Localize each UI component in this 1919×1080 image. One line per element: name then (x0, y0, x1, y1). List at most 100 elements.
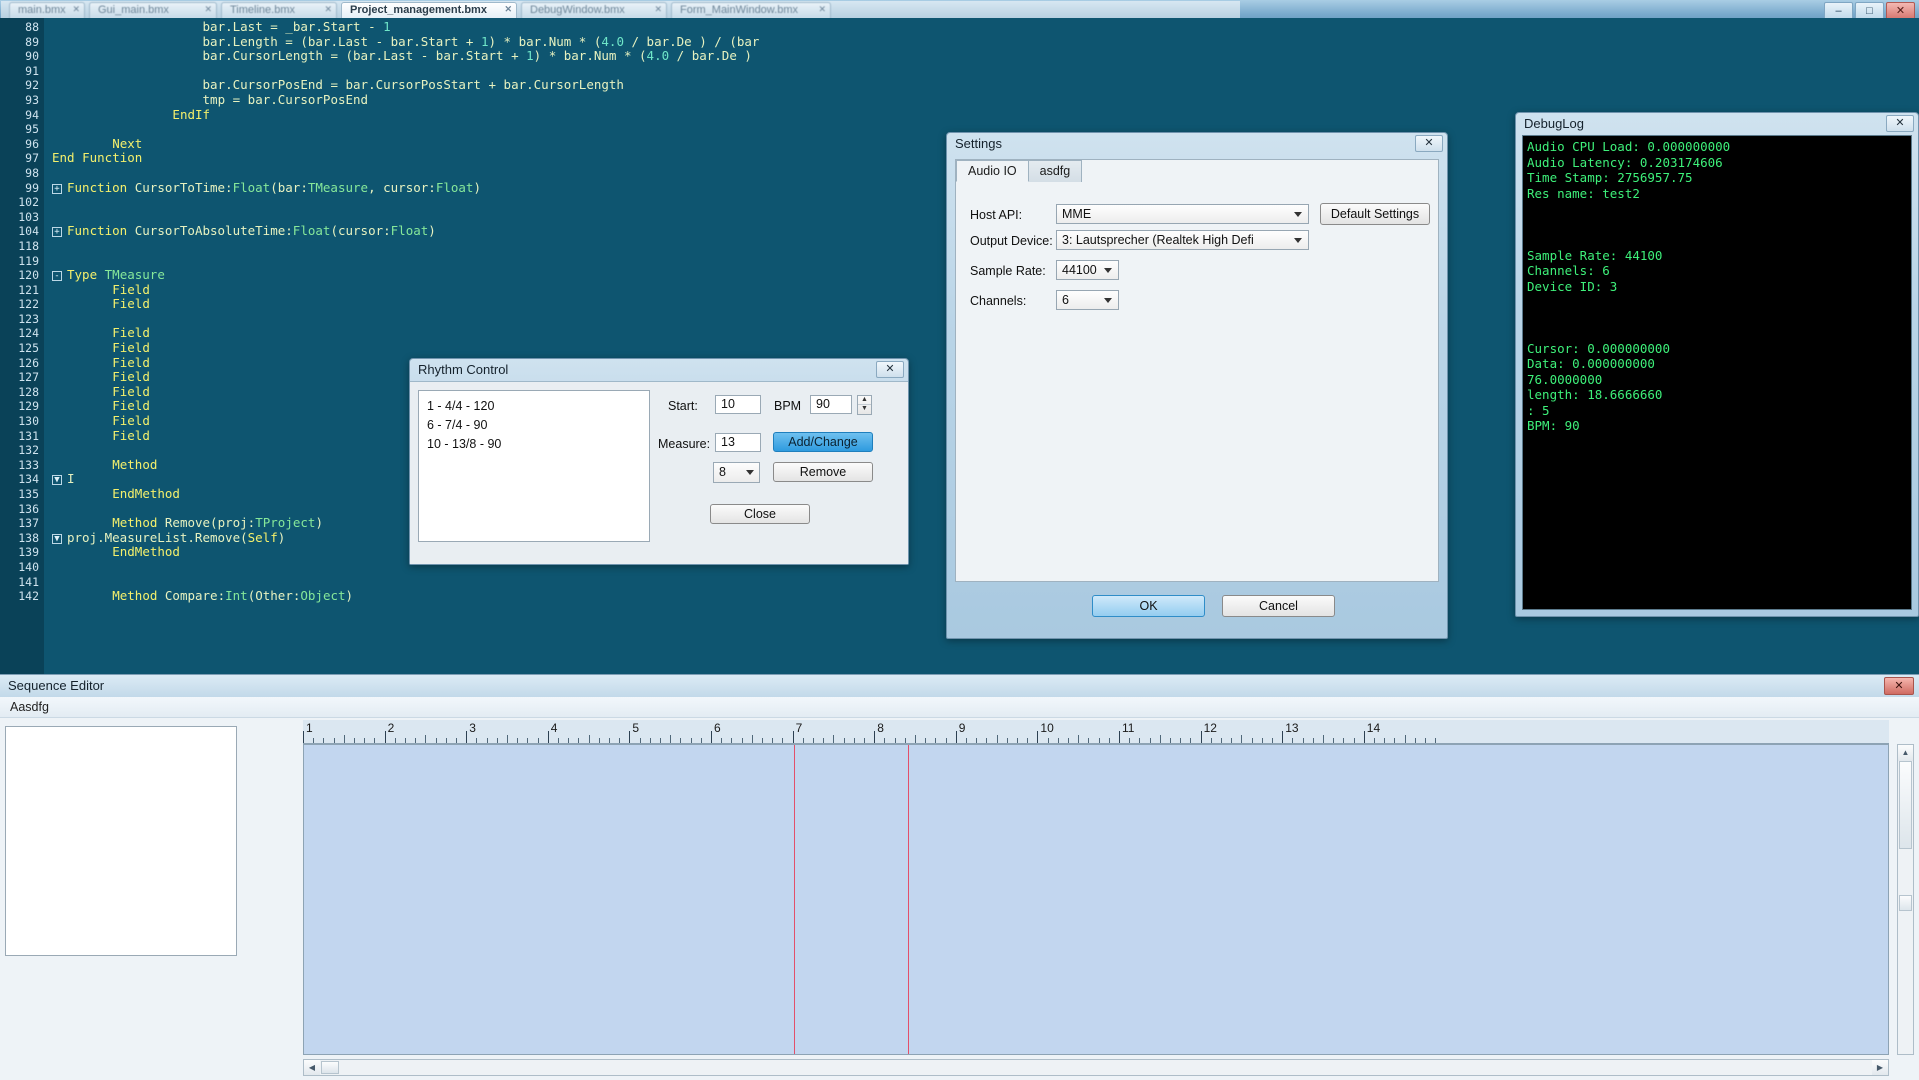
debuglog-close-button[interactable]: ✕ (1886, 115, 1914, 132)
measure-input[interactable]: 13 (715, 433, 761, 452)
timeline-grid[interactable] (303, 744, 1889, 1055)
default-settings-button[interactable]: Default Settings (1320, 203, 1430, 225)
ruler-tick-minor (415, 738, 416, 743)
sample-rate-select[interactable]: 44100 (1056, 260, 1119, 280)
ruler-tick-minor (752, 735, 753, 743)
code-line[interactable]: bar.Length = (bar.Last - bar.Start + 1) … (44, 35, 1919, 50)
ruler-number: 14 (1367, 721, 1380, 735)
line-number: 90 (0, 49, 39, 64)
vertical-scroll-thumb[interactable] (1899, 761, 1912, 849)
scroll-up-icon[interactable]: ▲ (1898, 745, 1913, 761)
ruler-tick-minor (844, 738, 845, 743)
close-rhythm-button[interactable]: Close (710, 504, 810, 524)
channels-value: 6 (1062, 293, 1069, 307)
ruler-tick-minor (1150, 738, 1151, 743)
rhythm-dialog-title: Rhythm Control (418, 362, 508, 377)
bpm-spinner-down-icon[interactable]: ▼ (858, 405, 871, 414)
close-icon[interactable]: ✕ (818, 4, 826, 15)
ruler-number: 5 (632, 721, 639, 735)
debuglog-output[interactable]: Audio CPU Load: 0.000000000Audio Latency… (1522, 135, 1912, 610)
fold-toggle-icon[interactable]: + (52, 184, 62, 194)
host-api-select[interactable]: MME (1056, 204, 1309, 224)
code-line[interactable]: tmp = bar.CursorPosEnd (44, 93, 1919, 108)
timeline-ruler[interactable]: 1234567891011121314 (303, 720, 1889, 744)
bpm-spinner-up-icon[interactable]: ▲ (858, 396, 871, 405)
fold-toggle-icon[interactable]: ▼ (52, 534, 62, 544)
rhythm-entry-2[interactable]: 6 - 7/4 - 90 (427, 416, 649, 435)
remove-button[interactable]: Remove (773, 462, 873, 482)
code-line[interactable]: bar.CursorPosEnd = bar.CursorPosStart + … (44, 78, 1919, 93)
ruler-number: 3 (469, 721, 476, 735)
line-number: 136 (0, 502, 39, 517)
scroll-left-icon[interactable]: ◀ (304, 1060, 320, 1075)
tab-asdfg[interactable]: asdfg (1028, 160, 1083, 182)
ruler-tick-minor (456, 738, 457, 743)
fold-toggle-icon[interactable]: + (52, 227, 62, 237)
scroll-right-icon[interactable]: ▶ (1872, 1060, 1888, 1075)
editor-tab-project_management-bmx[interactable]: Project_management.bmx✕ (341, 2, 517, 19)
track-list-panel[interactable] (5, 726, 237, 956)
add-change-button[interactable]: Add/Change (773, 432, 873, 452)
code-line[interactable]: bar.CursorLength = (bar.Last - bar.Start… (44, 49, 1919, 64)
debuglog-line (1527, 310, 1911, 326)
timeline-horizontal-scrollbar[interactable]: ◀ ▶ (303, 1059, 1889, 1076)
host-api-value: MME (1062, 207, 1091, 221)
ruler-tick-minor (946, 738, 947, 743)
ruler-tick-major (793, 731, 794, 743)
close-icon[interactable]: ✕ (504, 4, 512, 15)
ruler-tick-major (466, 731, 467, 743)
start-input[interactable]: 10 (715, 395, 761, 414)
channels-label: Channels: (970, 294, 1026, 308)
ruler-tick-minor (731, 738, 732, 743)
settings-dialog-close-button[interactable]: ✕ (1415, 135, 1443, 152)
bpm-input[interactable]: 90 (810, 395, 852, 414)
tab-audio-io[interactable]: Audio IO (956, 160, 1029, 182)
debuglog-line: Audio Latency: 0.203174606 (1527, 155, 1911, 171)
code-line[interactable]: bar.Last = _bar.Start - 1 (44, 20, 1919, 35)
editor-tab-form_mainwindow-bmx[interactable]: Form_MainWindow.bmx✕ (671, 2, 831, 19)
menu-aasdfg[interactable]: Aasdfg (10, 700, 49, 714)
ruler-tick-minor (1109, 738, 1110, 743)
ruler-tick-minor (823, 738, 824, 743)
sequence-editor-caption: Sequence Editor ✕ (0, 675, 1919, 697)
timeline-vertical-scrollbar[interactable]: ▲ (1897, 744, 1914, 1055)
editor-tab-debugwindow-bmx[interactable]: DebugWindow.bmx✕ (521, 2, 667, 19)
debuglog-line (1527, 232, 1911, 248)
bpm-spinner[interactable]: ▲ ▼ (857, 395, 872, 415)
editor-tab-label: main.bmx (18, 4, 66, 16)
line-number: 135 (0, 487, 39, 502)
ruler-tick-minor (854, 738, 855, 743)
ruler-number: 7 (796, 721, 803, 735)
output-device-select[interactable]: 3: Lautsprecher (Realtek High Defi (1056, 230, 1309, 250)
sequence-editor-close-button[interactable]: ✕ (1884, 677, 1914, 695)
ruler-tick-minor (772, 738, 773, 743)
ok-button[interactable]: OK (1092, 595, 1205, 617)
horizontal-scroll-thumb[interactable] (321, 1061, 339, 1074)
line-number: 89 (0, 35, 39, 50)
line-number: 131 (0, 429, 39, 444)
close-icon[interactable]: ✕ (324, 4, 332, 15)
fold-toggle-icon[interactable]: ▼ (52, 475, 62, 485)
channels-select[interactable]: 6 (1056, 290, 1119, 310)
rhythm-entry-1[interactable]: 1 - 4/4 - 120 (427, 397, 649, 416)
ruler-tick-minor (476, 738, 477, 743)
playhead-2[interactable] (908, 745, 909, 1054)
editor-tab-gui_main-bmx[interactable]: Gui_main.bmx✕ (89, 2, 217, 19)
line-number: 127 (0, 370, 39, 385)
editor-tab-timeline-bmx[interactable]: Timeline.bmx✕ (221, 2, 337, 19)
close-icon[interactable]: ✕ (72, 4, 80, 15)
close-icon[interactable]: ✕ (204, 4, 212, 15)
ruler-tick-minor (364, 738, 365, 743)
code-line[interactable] (44, 64, 1919, 79)
editor-tab-main-bmx[interactable]: main.bmx ✕ (9, 2, 85, 19)
rhythm-entry-list[interactable]: 1 - 4/4 - 120 6 - 7/4 - 90 10 - 13/8 - 9… (418, 390, 650, 542)
vertical-scroll-grip[interactable] (1899, 895, 1912, 911)
denominator-select[interactable]: 8 (713, 462, 760, 483)
close-icon[interactable]: ✕ (654, 4, 662, 15)
rhythm-dialog-close-button[interactable]: ✕ (876, 361, 904, 378)
rhythm-entry-3[interactable]: 10 - 13/8 - 90 (427, 435, 649, 454)
playhead-1[interactable] (794, 745, 795, 1054)
fold-toggle-icon[interactable]: - (52, 271, 62, 281)
ruler-tick-minor (1190, 738, 1191, 743)
cancel-button[interactable]: Cancel (1222, 595, 1335, 617)
